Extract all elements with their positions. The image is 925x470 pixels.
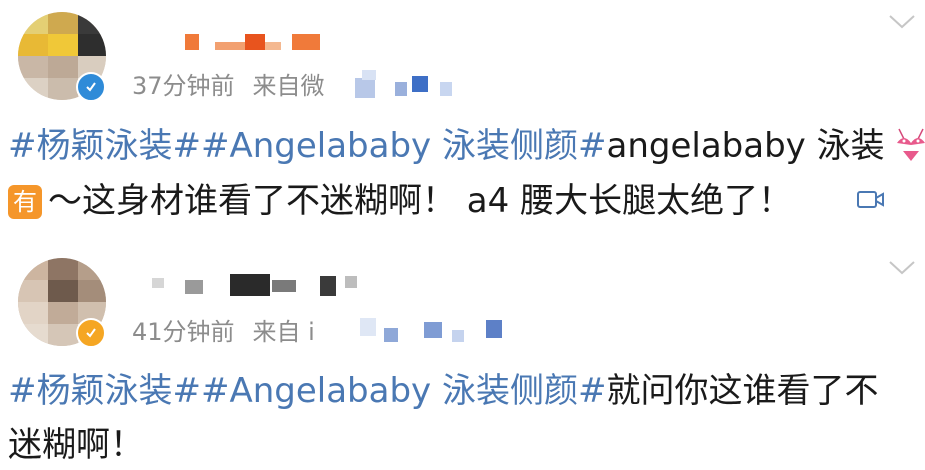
chevron-down-icon[interactable] [888,260,916,276]
video-link-icon[interactable] [856,189,886,211]
post-text: ～这身材谁看了不迷糊啊！ a4 腰大长腿太绝了！ [48,181,793,221]
weibo-comment-2: 41分钟前 来自 i #杨颖泳装##Angelababy 泳装侧颜#就问你这谁看了… [0,240,925,470]
post-meta: 41分钟前 来自 i [132,312,315,347]
post-source[interactable]: 来自 i [253,318,315,346]
post-time: 41分钟前 [132,318,235,346]
post-time: 37分钟前 [132,72,235,100]
verified-badge-icon [76,72,106,102]
topic-link[interactable]: #杨颖泳装# [8,126,201,166]
topic-link[interactable]: #Angelababy 泳装侧颜# [201,126,607,166]
verified-badge-icon [76,318,106,348]
bikini-emoji-icon [896,128,925,161]
topic-link[interactable]: #Angelababy 泳装侧颜# [201,371,607,411]
you-badge: 有 [8,185,42,219]
chevron-down-icon[interactable] [888,14,916,30]
post-meta: 37分钟前 来自微 [132,66,325,101]
post-text-line-2: 有～这身材谁看了不迷糊啊！ a4 腰大长腿太绝了！ [8,178,792,224]
post-text-line-2: 迷糊啊！ [8,422,144,468]
post-text-line-1: #杨颖泳装##Angelababy 泳装侧颜#就问你这谁看了不 [8,368,878,414]
post-text: 迷糊啊！ [8,425,144,465]
post-text: 就问你这谁看了不 [606,371,879,411]
post-text-line-1: #杨颖泳装##Angelababy 泳装侧颜#angelababy 泳装 [8,123,925,169]
post-text: angelababy 泳装 [606,126,885,166]
post-source[interactable]: 来自微 [253,72,325,100]
topic-link[interactable]: #杨颖泳装# [8,371,201,411]
weibo-comment-1: 37分钟前 来自微 #杨颖泳装##Angelababy 泳装侧颜#angelaba… [0,0,925,240]
